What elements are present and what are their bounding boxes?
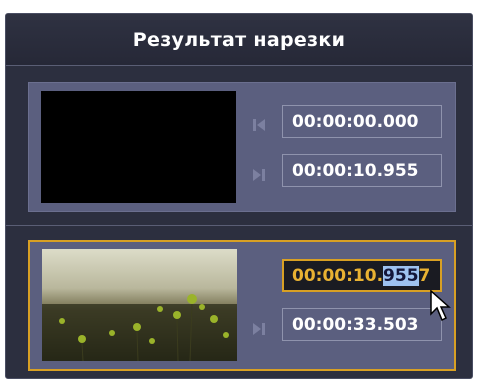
skip-to-start-icon[interactable] — [251, 117, 267, 133]
clip-item-1[interactable]: 00:00:00.000 00:00:10.955 — [28, 82, 456, 212]
flowers-thumbnail-image — [42, 249, 237, 361]
divider — [6, 225, 472, 226]
clip-item-2-selected[interactable]: 00:00:10. 955 7 00:00:33.503 — [28, 240, 456, 371]
start-time-text: 00:00:10. — [292, 265, 384, 286]
clip-thumbnail-flowers[interactable] — [42, 249, 237, 361]
clip-2-end-time-field[interactable]: 00:00:33.503 — [282, 308, 442, 341]
panel-title: Результат нарезки — [6, 14, 472, 66]
clip-2-start-time-field-editing[interactable]: 00:00:10. 955 7 — [282, 259, 442, 292]
clip-1-start-time-field[interactable]: 00:00:00.000 — [282, 105, 442, 138]
mouse-pointer-icon — [430, 290, 451, 322]
cut-result-panel: Результат нарезки 00:00:00.000 00:00:10.… — [5, 13, 473, 379]
skip-to-end-icon[interactable] — [251, 167, 267, 183]
skip-to-end-icon[interactable] — [251, 321, 267, 337]
text-caret-char: 7 — [418, 265, 431, 286]
selected-text: 955 — [383, 265, 419, 286]
clip-1-end-time-field[interactable]: 00:00:10.955 — [282, 154, 442, 187]
clip-thumbnail-black[interactable] — [41, 91, 236, 203]
